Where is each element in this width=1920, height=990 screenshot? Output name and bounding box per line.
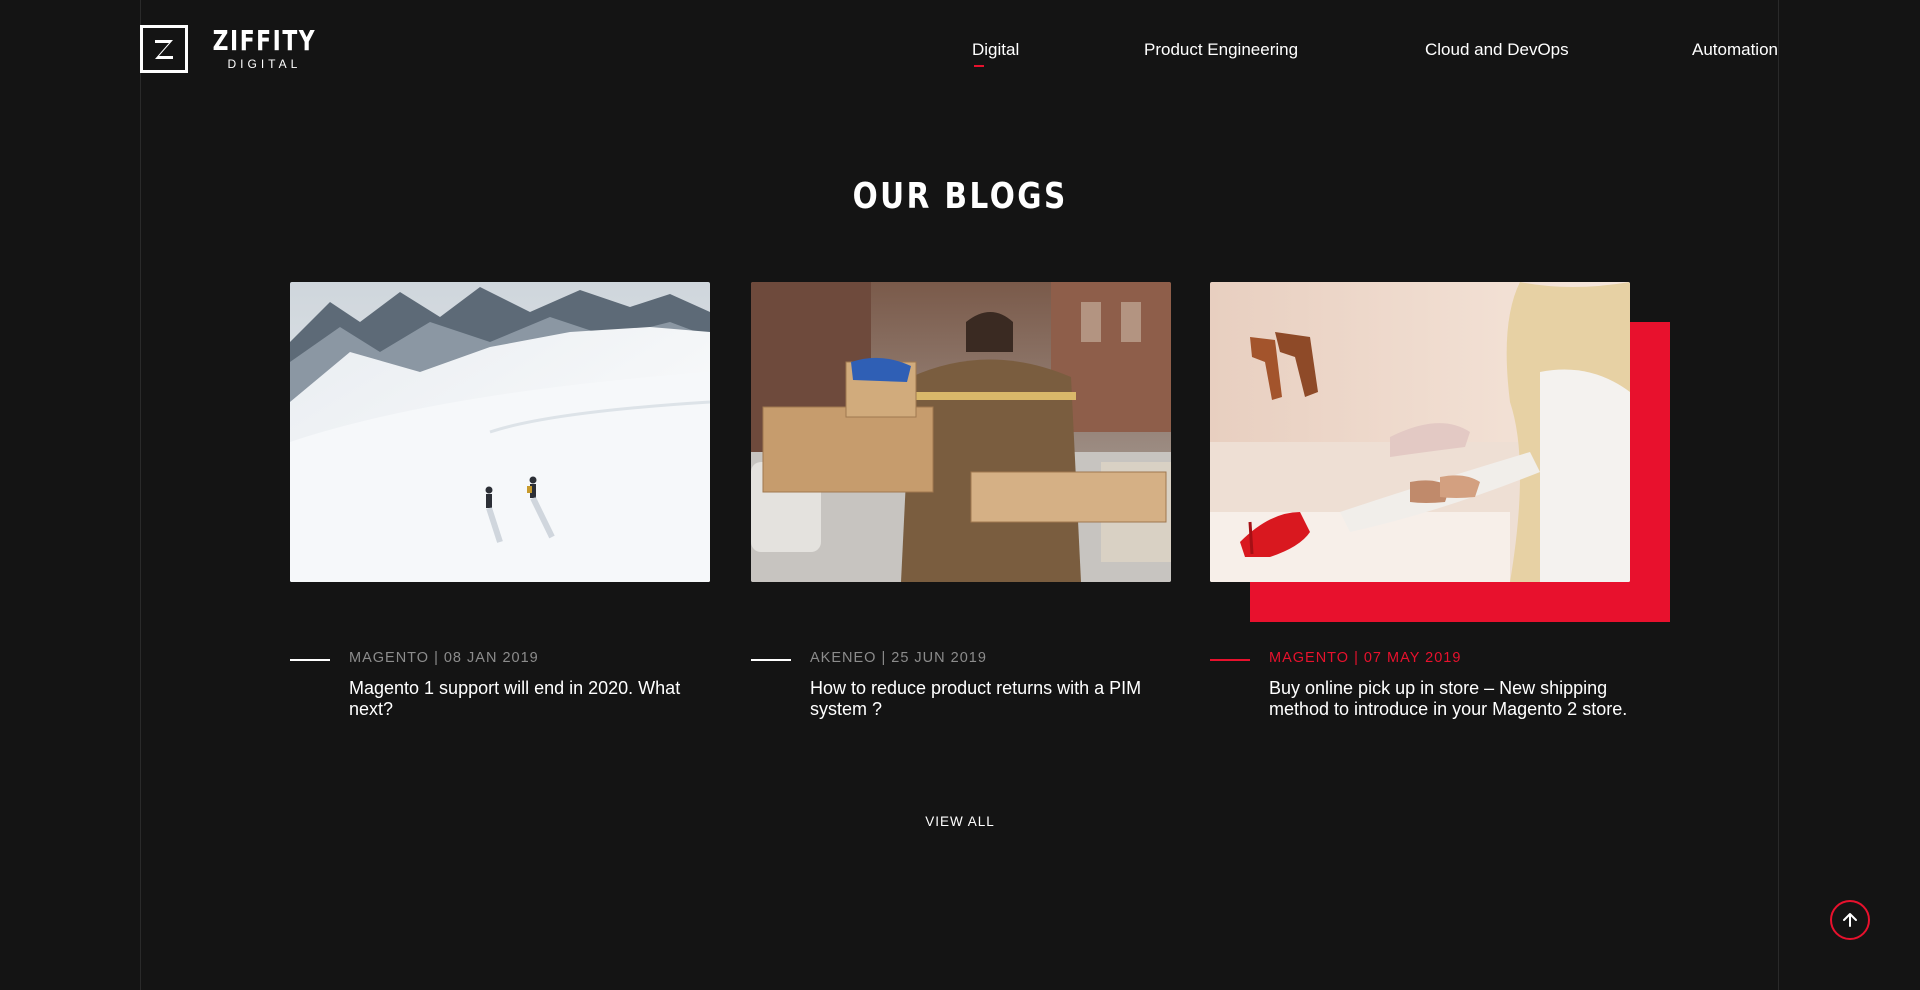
view-all-wrapper: VIEW ALL <box>0 814 1920 829</box>
blog-title-link[interactable]: Buy online pick up in store – New shippi… <box>1269 678 1649 720</box>
blog-card-image[interactable] <box>1210 282 1670 622</box>
nav-item-digital[interactable]: Digital <box>972 40 1020 67</box>
active-indicator <box>974 65 984 67</box>
meta-divider <box>290 659 330 661</box>
frame-line-left <box>140 0 141 990</box>
snowy-mountain-hikers-photo <box>290 282 710 582</box>
main-nav: Digital Product Engineering Cloud and De… <box>0 40 1920 70</box>
nav-item-label: Digital <box>972 40 1020 59</box>
section-title: OUR BLOGS <box>0 176 1920 217</box>
blog-title-link[interactable]: How to reduce product returns with a PIM… <box>810 678 1190 720</box>
woman-shopping-shoes-photo <box>1210 282 1630 582</box>
blog-card-highlighted: MAGENTO | 07 MAY 2019 Buy online pick up… <box>1210 282 1670 719</box>
delivery-man-with-boxes-photo <box>751 282 1171 582</box>
blog-card: MAGENTO | 08 JAN 2019 Magento 1 support … <box>290 282 710 719</box>
nav-item-label: Cloud and DevOps <box>1425 40 1569 59</box>
scroll-to-top-button[interactable] <box>1830 900 1870 940</box>
nav-item-cloud-devops[interactable]: Cloud and DevOps <box>1425 40 1569 60</box>
frame-line-right <box>1778 0 1779 990</box>
nav-item-product-engineering[interactable]: Product Engineering <box>1144 40 1298 60</box>
blog-category-date: AKENEO | 25 JUN 2019 <box>810 650 987 666</box>
meta-divider <box>751 659 791 661</box>
arrow-up-icon <box>1843 913 1857 927</box>
nav-item-label: Automation <box>1692 40 1778 59</box>
section-title-text: OUR BLOGS <box>852 176 1068 217</box>
blog-category-date: MAGENTO | 08 JAN 2019 <box>349 650 539 666</box>
blog-card-image[interactable] <box>290 282 710 582</box>
meta-divider <box>1210 659 1250 661</box>
blog-card: AKENEO | 25 JUN 2019 How to reduce produ… <box>751 282 1171 719</box>
view-all-link[interactable]: VIEW ALL <box>925 814 995 829</box>
nav-item-automation[interactable]: Automation <box>1692 40 1778 60</box>
blog-category-date: MAGENTO | 07 MAY 2019 <box>1269 650 1462 666</box>
nav-item-label: Product Engineering <box>1144 40 1299 59</box>
blog-title-link[interactable]: Magento 1 support will end in 2020. What… <box>349 678 729 720</box>
blog-card-image[interactable] <box>751 282 1171 582</box>
